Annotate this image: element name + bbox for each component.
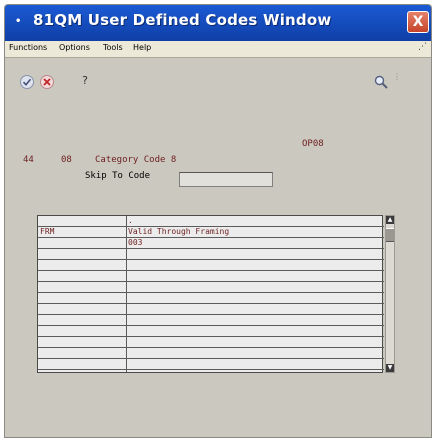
code-cell[interactable]	[40, 348, 124, 359]
description-cell[interactable]	[128, 315, 380, 326]
code-description: Category Code 8	[95, 155, 177, 165]
description-cell[interactable]	[128, 304, 380, 315]
description-cell[interactable]	[128, 293, 380, 304]
description-cell[interactable]	[128, 326, 380, 337]
grid-scrollbar[interactable]: ▲ ▼	[385, 215, 395, 373]
codes-grid: . FRM Valid Through Framing 003	[37, 215, 384, 373]
code-cell[interactable]: FRM	[40, 227, 124, 238]
table-row[interactable]	[38, 293, 384, 304]
close-button[interactable]: X	[407, 11, 429, 33]
menu-options[interactable]: Options	[59, 43, 90, 52]
help-button[interactable]: ?	[77, 74, 93, 90]
scroll-thumb[interactable]	[386, 228, 394, 242]
code-cell[interactable]	[40, 249, 124, 260]
description-cell[interactable]: 003	[128, 238, 380, 249]
table-row[interactable]	[38, 326, 384, 337]
menu-tools[interactable]: Tools	[103, 43, 123, 52]
code-cell[interactable]	[40, 260, 124, 271]
table-row[interactable]	[38, 337, 384, 348]
code-cell[interactable]	[40, 304, 124, 315]
skip-to-code-input[interactable]	[179, 172, 273, 187]
code-cell[interactable]	[40, 282, 124, 293]
description-cell[interactable]	[128, 271, 380, 282]
table-row[interactable]	[38, 260, 384, 271]
toolbar: ? ⋮	[5, 58, 431, 94]
code-cell[interactable]	[40, 238, 124, 249]
code-cell[interactable]	[40, 216, 124, 227]
code-cell[interactable]	[40, 271, 124, 282]
skip-to-code-label: Skip To Code	[85, 171, 151, 181]
table-row[interactable]	[38, 282, 384, 293]
window-frame: • 81QM User Defined Codes Window X Funct…	[4, 4, 432, 438]
description-cell[interactable]: Valid Through Framing	[128, 227, 380, 238]
menu-functions[interactable]: Functions	[9, 43, 47, 52]
scroll-up-icon[interactable]: ▲	[386, 216, 394, 224]
description-cell[interactable]	[128, 359, 380, 370]
system-code: OP08	[302, 139, 324, 149]
code-cell[interactable]	[40, 293, 124, 304]
code-cell[interactable]	[40, 359, 124, 370]
table-row[interactable]	[38, 271, 384, 282]
code-cell[interactable]	[40, 326, 124, 337]
resize-grip-icon: ⋰	[418, 42, 427, 52]
table-row[interactable]	[38, 348, 384, 359]
description-cell[interactable]	[128, 260, 380, 271]
product-code: 44	[23, 155, 34, 165]
table-row[interactable]: 003	[38, 238, 384, 249]
code-type: 08	[61, 155, 72, 165]
description-cell[interactable]	[128, 282, 380, 293]
scroll-down-icon[interactable]: ▼	[386, 364, 394, 372]
table-row[interactable]: .	[38, 216, 384, 227]
table-row[interactable]	[38, 359, 384, 370]
code-cell[interactable]	[40, 337, 124, 348]
table-row[interactable]	[38, 315, 384, 326]
table-row[interactable]	[38, 249, 384, 260]
window-icon: •	[15, 16, 22, 27]
toolbar-overflow-icon: ⋮	[393, 72, 401, 81]
search-icon[interactable]	[373, 74, 389, 90]
menu-bar: Functions Options Tools Help ⋰	[5, 41, 431, 58]
table-row[interactable]	[38, 304, 384, 315]
description-cell[interactable]	[128, 348, 380, 359]
table-row[interactable]: FRM Valid Through Framing	[38, 227, 384, 238]
code-cell[interactable]	[40, 315, 124, 326]
description-cell[interactable]	[128, 337, 380, 348]
menu-help[interactable]: Help	[133, 43, 151, 52]
title-bar: • 81QM User Defined Codes Window X	[5, 5, 431, 41]
check-icon[interactable]	[19, 74, 35, 90]
description-cell[interactable]	[128, 249, 380, 260]
cancel-icon[interactable]	[39, 74, 55, 90]
window-title: 81QM User Defined Codes Window	[33, 11, 332, 29]
description-cell[interactable]: .	[128, 216, 380, 227]
